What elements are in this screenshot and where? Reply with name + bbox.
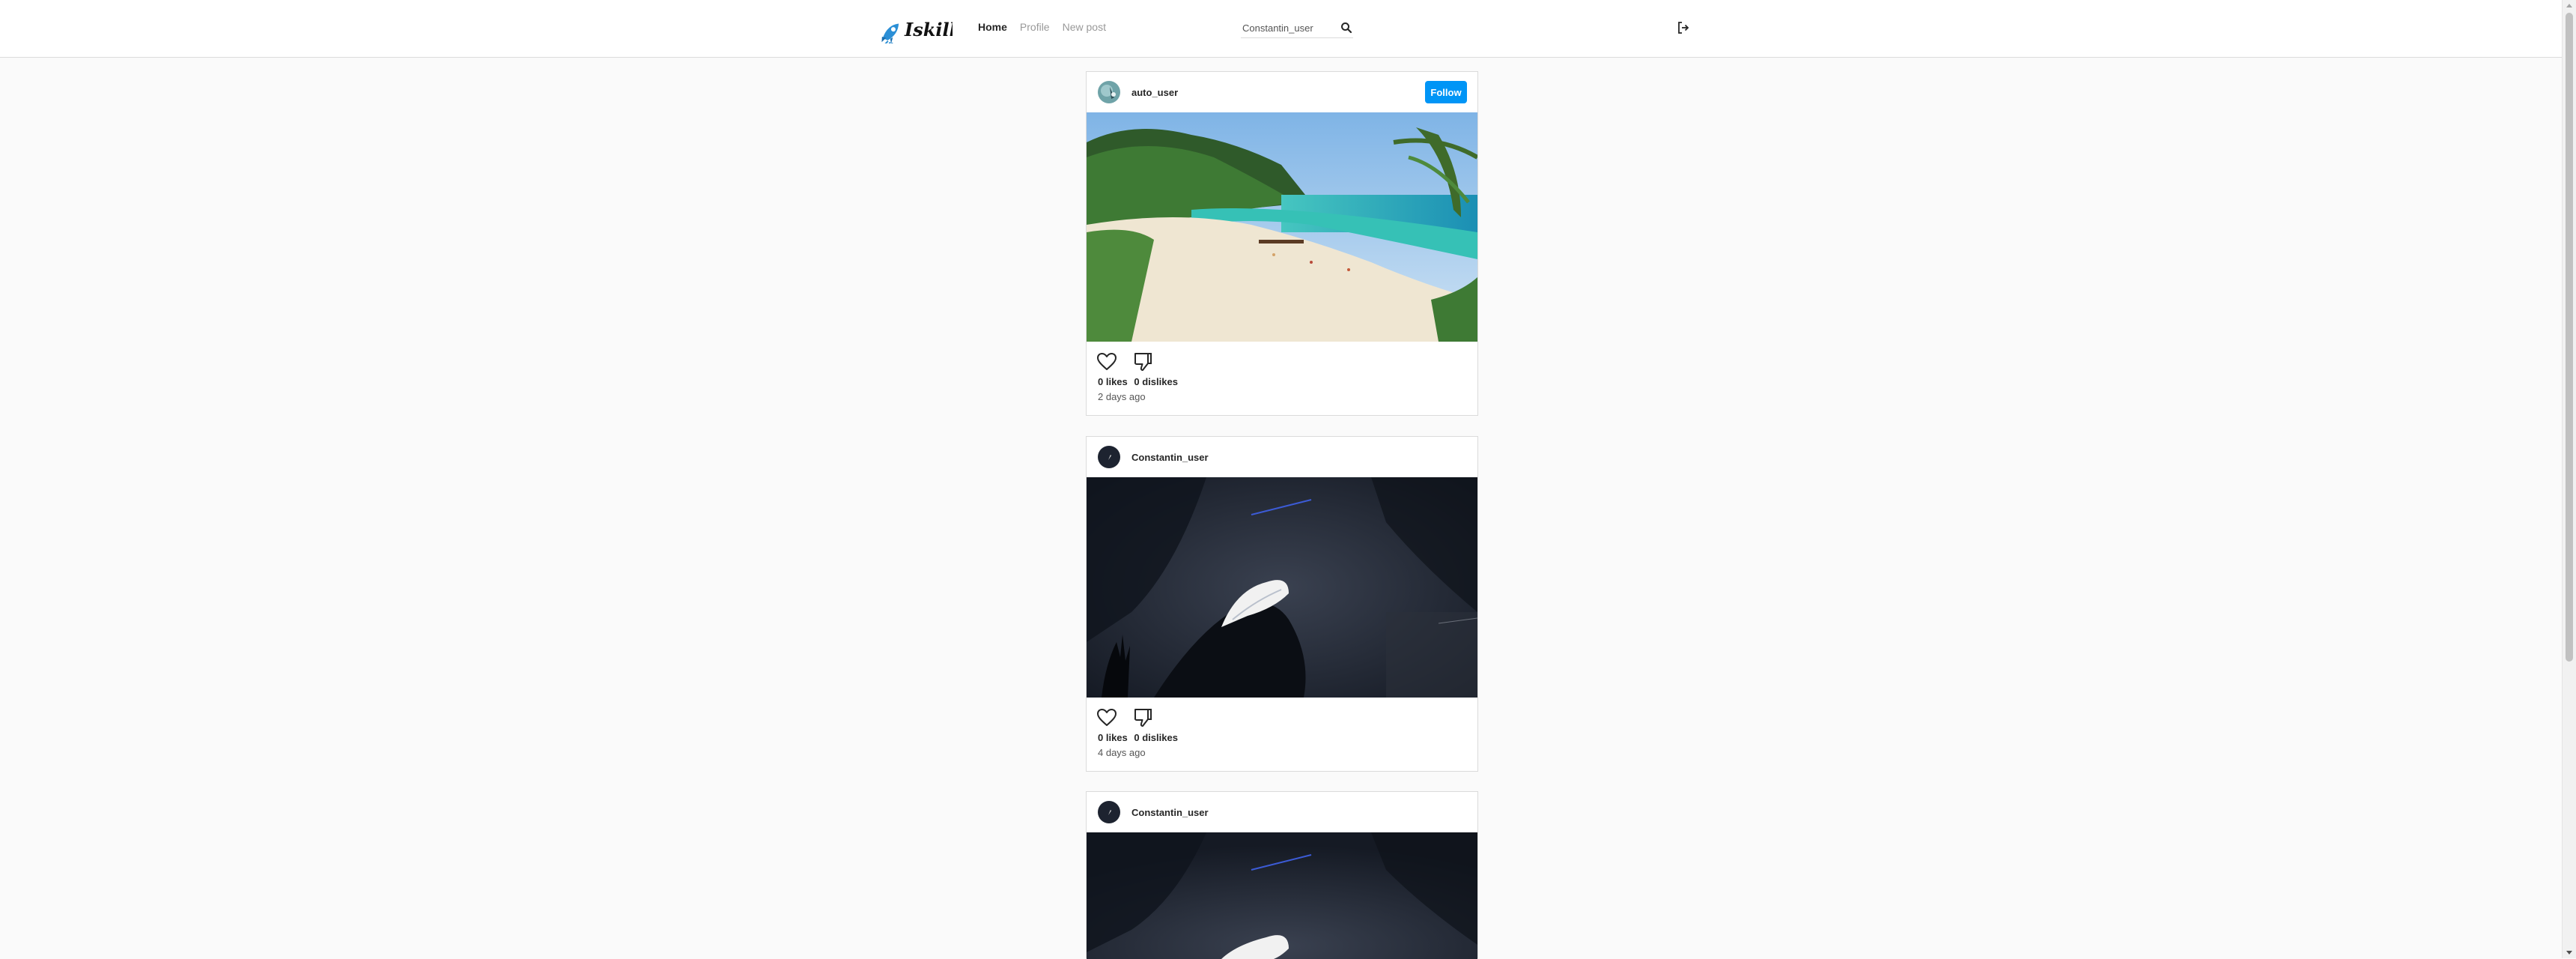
- post-card: Constantin_user: [1086, 791, 1478, 959]
- post-timestamp: 4 days ago: [1098, 747, 1146, 758]
- heart-icon[interactable]: [1096, 708, 1117, 727]
- dislikes-count: 0 dislikes: [1134, 732, 1178, 743]
- thumbs-down-icon[interactable]: [1133, 707, 1152, 728]
- search-icon[interactable]: [1340, 21, 1353, 34]
- avatar[interactable]: [1098, 801, 1120, 823]
- post-username[interactable]: Constantin_user: [1131, 452, 1209, 463]
- post-username[interactable]: auto_user: [1131, 87, 1178, 98]
- post-footer: 0 likes 0 dislikes 2 days ago: [1087, 342, 1477, 415]
- avatar[interactable]: [1098, 446, 1120, 468]
- post-card: Constantin_user: [1086, 436, 1478, 772]
- svg-text:Iskillo: Iskillo: [904, 19, 953, 40]
- search-box: [1241, 19, 1353, 38]
- main-nav: Home Profile New post: [978, 21, 1106, 33]
- post-header: Constantin_user: [1087, 792, 1477, 832]
- logout-icon[interactable]: [1676, 20, 1691, 35]
- post-footer: 0 likes 0 dislikes 4 days ago: [1087, 698, 1477, 771]
- scroll-up-icon[interactable]: [2566, 4, 2572, 7]
- rocket-logo-icon: Iskillo: [881, 19, 953, 43]
- post-card: auto_user Follow 0 likes 0 dislikes 2 da…: [1086, 71, 1478, 416]
- search-input[interactable]: [1242, 21, 1331, 34]
- top-navbar: Iskillo Home Profile New post: [0, 0, 2562, 58]
- post-image[interactable]: [1087, 832, 1477, 959]
- likes-count: 0 likes: [1098, 732, 1128, 743]
- post-username[interactable]: Constantin_user: [1131, 807, 1209, 818]
- likes-count: 0 likes: [1098, 376, 1128, 387]
- dislikes-count: 0 dislikes: [1134, 376, 1178, 387]
- follow-button[interactable]: Follow: [1425, 81, 1467, 103]
- app-logo[interactable]: Iskillo: [875, 13, 953, 43]
- post-header: auto_user Follow: [1087, 72, 1477, 112]
- scroll-down-icon[interactable]: [2566, 951, 2572, 955]
- heart-icon[interactable]: [1096, 352, 1117, 372]
- scrollbar-thumb[interactable]: [2566, 13, 2573, 662]
- reaction-counts: 0 likes 0 dislikes: [1098, 376, 1182, 387]
- nav-home-link[interactable]: Home: [978, 21, 1007, 33]
- nav-new-post-link[interactable]: New post: [1063, 21, 1106, 33]
- post-timestamp: 2 days ago: [1098, 391, 1146, 402]
- reaction-counts: 0 likes 0 dislikes: [1098, 732, 1182, 743]
- avatar[interactable]: [1098, 81, 1120, 103]
- nav-profile-link[interactable]: Profile: [1020, 21, 1050, 33]
- page-scrollbar[interactable]: [2562, 0, 2576, 958]
- post-image[interactable]: [1087, 477, 1477, 698]
- post-image[interactable]: [1087, 112, 1477, 342]
- post-header: Constantin_user: [1087, 437, 1477, 477]
- thumbs-down-icon[interactable]: [1133, 351, 1152, 372]
